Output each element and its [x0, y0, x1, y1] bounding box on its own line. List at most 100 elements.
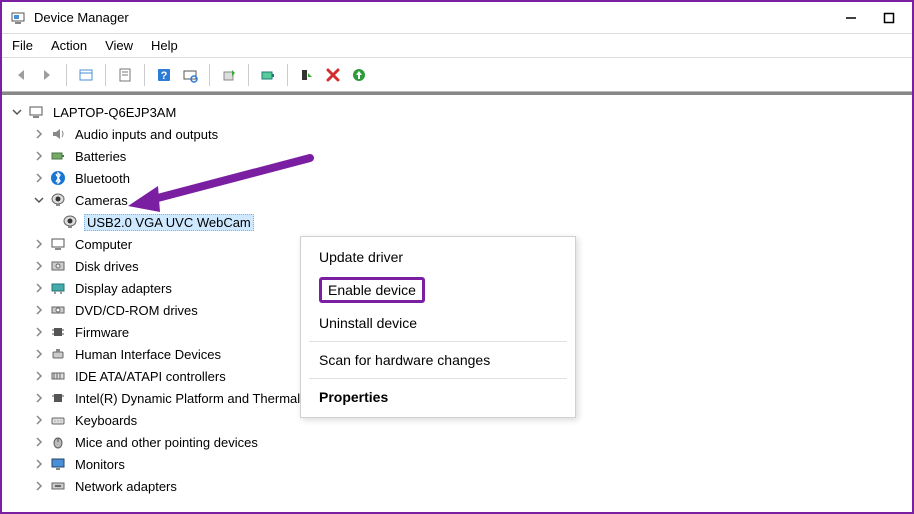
optical-drive-icon	[50, 302, 66, 318]
tree-root[interactable]: LAPTOP-Q6EJP3AM	[10, 101, 908, 123]
toolbar-separator	[66, 64, 67, 86]
bluetooth-icon	[50, 170, 66, 186]
expand-icon[interactable]	[32, 457, 46, 471]
scan-hardware-button[interactable]	[179, 64, 201, 86]
speaker-icon	[50, 126, 66, 142]
expand-icon[interactable]	[32, 127, 46, 141]
display-adapter-icon	[50, 280, 66, 296]
tree-item-mice[interactable]: Mice and other pointing devices	[32, 431, 908, 453]
tree-item-webcam[interactable]: USB2.0 VGA UVC WebCam	[60, 211, 908, 233]
expand-icon[interactable]	[32, 259, 46, 273]
tree-item-label: DVD/CD-ROM drives	[72, 302, 201, 319]
toolbar-separator	[209, 64, 210, 86]
tree-item-label: Batteries	[72, 148, 129, 165]
tree-item-label: Cameras	[72, 192, 131, 209]
forward-button[interactable]	[36, 64, 58, 86]
tree-item-label: Human Interface Devices	[72, 346, 224, 363]
expand-icon[interactable]	[32, 149, 46, 163]
show-hidden-button[interactable]	[75, 64, 97, 86]
context-separator	[309, 378, 567, 379]
back-button[interactable]	[10, 64, 32, 86]
tree-item-label: USB2.0 VGA UVC WebCam	[84, 214, 254, 231]
menu-help[interactable]: Help	[151, 38, 178, 53]
context-update-driver[interactable]: Update driver	[301, 243, 575, 271]
titlebar: Device Manager	[2, 2, 912, 34]
menubar: File Action View Help	[2, 34, 912, 58]
svg-text:?: ?	[161, 70, 168, 82]
battery-icon	[50, 148, 66, 164]
toolbar-separator	[287, 64, 288, 86]
toolbar-separator	[248, 64, 249, 86]
computer-icon	[28, 104, 44, 120]
update-driver-button[interactable]	[218, 64, 240, 86]
tree-item-label: Network adapters	[72, 478, 180, 495]
tree-item-label: Keyboards	[72, 412, 140, 429]
tree-item-label: Mice and other pointing devices	[72, 434, 261, 451]
tree-item-label: IDE ATA/ATAPI controllers	[72, 368, 229, 385]
keyboard-icon	[50, 412, 66, 428]
expand-icon[interactable]	[32, 347, 46, 361]
tree-item-label: Monitors	[72, 456, 128, 473]
expand-icon[interactable]	[32, 479, 46, 493]
minimize-button[interactable]	[844, 11, 858, 25]
expand-icon[interactable]	[32, 303, 46, 317]
tree-item-cameras[interactable]: Cameras	[32, 189, 908, 211]
collapse-icon[interactable]	[10, 105, 24, 119]
expand-icon[interactable]	[32, 391, 46, 405]
toolbar: ?	[2, 58, 912, 92]
tree-item-label: Computer	[72, 236, 135, 253]
uninstall-device-button[interactable]	[322, 64, 344, 86]
tree-root-label: LAPTOP-Q6EJP3AM	[50, 104, 179, 121]
expand-icon[interactable]	[32, 369, 46, 383]
toolbar-separator	[105, 64, 106, 86]
tree-item-audio[interactable]: Audio inputs and outputs	[32, 123, 908, 145]
menu-view[interactable]: View	[105, 38, 133, 53]
tree-item-label: Audio inputs and outputs	[72, 126, 221, 143]
menu-action[interactable]: Action	[51, 38, 87, 53]
expand-icon[interactable]	[32, 281, 46, 295]
menu-file[interactable]: File	[12, 38, 33, 53]
app-icon	[10, 10, 26, 26]
add-legacy-button[interactable]	[348, 64, 370, 86]
camera-icon	[62, 214, 78, 230]
properties-button[interactable]	[114, 64, 136, 86]
tree-item-label: Bluetooth	[72, 170, 133, 187]
tree-item-label: Disk drives	[72, 258, 142, 275]
collapse-icon[interactable]	[32, 193, 46, 207]
chip-icon	[50, 390, 66, 406]
tree-item-batteries[interactable]: Batteries	[32, 145, 908, 167]
controller-icon	[50, 368, 66, 384]
monitor-icon	[50, 456, 66, 472]
tree-item-network[interactable]: Network adapters	[32, 475, 908, 497]
tree-item-bluetooth[interactable]: Bluetooth	[32, 167, 908, 189]
disable-device-button[interactable]	[296, 64, 318, 86]
context-properties[interactable]: Properties	[301, 383, 575, 411]
enable-device-button[interactable]	[257, 64, 279, 86]
context-enable-device[interactable]: Enable device	[301, 271, 575, 309]
network-icon	[50, 478, 66, 494]
context-uninstall-device[interactable]: Uninstall device	[301, 309, 575, 337]
annotation-highlight: Enable device	[319, 277, 425, 303]
expand-icon[interactable]	[32, 413, 46, 427]
expand-icon[interactable]	[32, 325, 46, 339]
camera-icon	[50, 192, 66, 208]
context-scan-hardware[interactable]: Scan for hardware changes	[301, 346, 575, 374]
expand-icon[interactable]	[32, 435, 46, 449]
context-menu: Update driver Enable device Uninstall de…	[300, 236, 576, 418]
tree-item-monitors[interactable]: Monitors	[32, 453, 908, 475]
hid-icon	[50, 346, 66, 362]
mouse-icon	[50, 434, 66, 450]
window-title: Device Manager	[34, 10, 844, 25]
tree-item-label: Display adapters	[72, 280, 175, 297]
help-button[interactable]: ?	[153, 64, 175, 86]
context-separator	[309, 341, 567, 342]
expand-icon[interactable]	[32, 171, 46, 185]
toolbar-separator	[144, 64, 145, 86]
tree-item-label: Firmware	[72, 324, 132, 341]
expand-icon[interactable]	[32, 237, 46, 251]
window-controls	[844, 11, 896, 25]
computer-icon	[50, 236, 66, 252]
maximize-button[interactable]	[882, 11, 896, 25]
disk-icon	[50, 258, 66, 274]
chip-icon	[50, 324, 66, 340]
